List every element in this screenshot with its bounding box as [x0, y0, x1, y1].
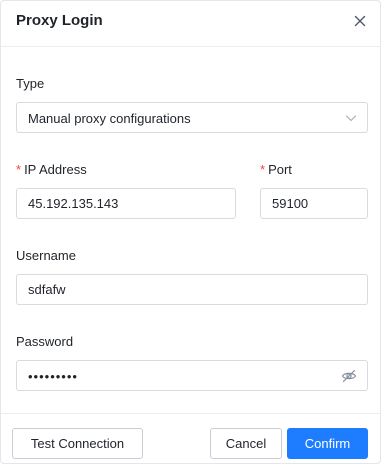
type-select[interactable]: Manual proxy configurations	[16, 102, 368, 133]
username-label: Username	[16, 248, 76, 263]
cancel-button[interactable]: Cancel	[210, 428, 282, 459]
ip-address-label: * IP Address	[16, 162, 87, 177]
ip-address-field[interactable]	[16, 188, 236, 219]
ip-address-label-text: IP Address	[24, 162, 87, 177]
chevron-down-icon	[345, 115, 357, 122]
type-label: Type	[16, 76, 45, 91]
username-input[interactable]	[28, 282, 326, 297]
footer-divider	[1, 413, 381, 414]
port-label: * Port	[260, 162, 292, 177]
required-mark: *	[16, 162, 22, 177]
password-field[interactable]: •••••••••	[16, 360, 368, 391]
close-icon[interactable]	[352, 13, 368, 29]
port-input[interactable]	[272, 196, 363, 211]
test-connection-button[interactable]: Test Connection	[12, 428, 143, 459]
proxy-login-dialog: Proxy Login Type Manual proxy configurat…	[0, 0, 381, 464]
confirm-button[interactable]: Confirm	[287, 428, 368, 459]
ip-address-input[interactable]	[28, 196, 214, 211]
dialog-title: Proxy Login	[16, 12, 103, 29]
type-select-value: Manual proxy configurations	[28, 111, 191, 126]
password-masked-value[interactable]: •••••••••	[28, 369, 78, 384]
username-field[interactable]	[16, 274, 368, 305]
password-label: Password	[16, 334, 74, 349]
eye-off-icon[interactable]	[341, 368, 357, 384]
dialog-header: Proxy Login	[1, 1, 381, 47]
required-mark: *	[260, 162, 266, 177]
port-label-text: Port	[268, 162, 292, 177]
port-field[interactable]	[260, 188, 368, 219]
